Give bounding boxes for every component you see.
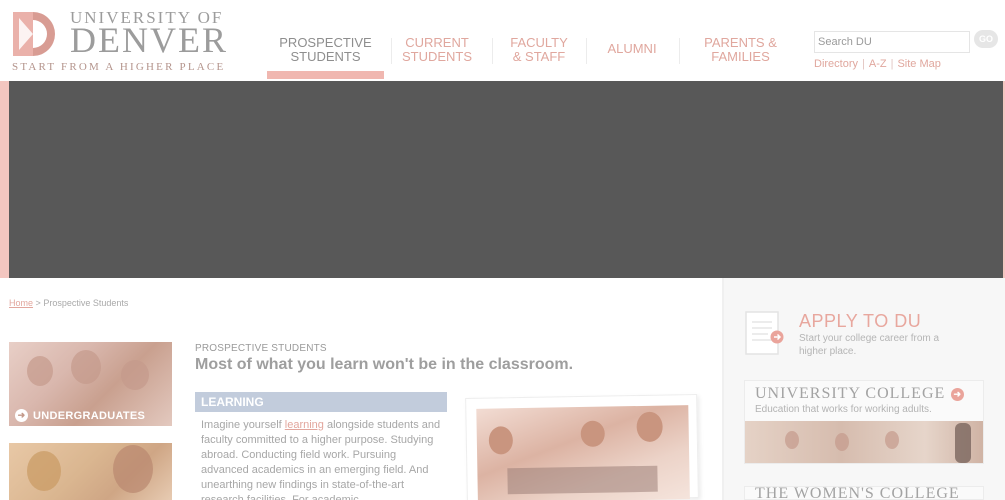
nav-current-students[interactable]: CURRENT STUDENTS bbox=[392, 36, 482, 72]
logo-tagline: START FROM A HIGHER PLACE bbox=[12, 61, 226, 73]
photo-figure bbox=[71, 350, 101, 384]
crest-emblem bbox=[27, 451, 61, 491]
university-college-promo[interactable]: UNIVERSITY COLLEGE ➜ Education that work… bbox=[744, 380, 984, 464]
photo-figure bbox=[488, 426, 514, 455]
photo-figure bbox=[580, 420, 605, 448]
nav-faculty-staff[interactable]: FACULTY & STAFF bbox=[494, 36, 584, 72]
undergraduates-card[interactable]: ➜ UNDERGRADUATES bbox=[9, 342, 172, 426]
nav-divider bbox=[679, 38, 680, 64]
breadcrumb: Home > Prospective Students bbox=[9, 298, 128, 308]
photo-figure bbox=[27, 356, 53, 386]
apply-subtitle: Start your college career from a higher … bbox=[799, 333, 940, 357]
photo-figure bbox=[955, 423, 971, 463]
university-college-label: UNIVERSITY COLLEGE bbox=[755, 385, 946, 402]
graduates-card[interactable] bbox=[9, 443, 172, 500]
photo-figure bbox=[785, 431, 799, 449]
site-map-link[interactable]: Site Map bbox=[897, 58, 940, 70]
undergraduates-link[interactable]: ➜ UNDERGRADUATES bbox=[15, 409, 145, 422]
site-header: UNIVERSITY OF DENVER START FROM A HIGHER… bbox=[0, 0, 1005, 81]
link-separator: | bbox=[890, 58, 894, 70]
breadcrumb-current: Prospective Students bbox=[43, 298, 129, 308]
directory-link[interactable]: Directory bbox=[814, 58, 858, 70]
search-go-button[interactable]: GO bbox=[974, 30, 998, 48]
learning-section-header: LEARNING bbox=[195, 392, 447, 412]
nav-prospective-students[interactable]: PROSPECTIVE STUDENTS bbox=[267, 36, 384, 72]
learning-body-text: Imagine yourself learning alongside stud… bbox=[201, 418, 441, 500]
womens-college-title[interactable]: THE WOMEN'S COLLEGE bbox=[755, 487, 960, 499]
nav-alumni[interactable]: ALUMNI bbox=[588, 42, 676, 78]
nav-divider bbox=[586, 38, 587, 64]
apply-to-du-link[interactable]: APPLY TO DU bbox=[799, 311, 921, 332]
womens-college-promo[interactable]: THE WOMEN'S COLLEGE bbox=[744, 486, 984, 500]
photo-figure bbox=[835, 433, 849, 451]
photo-figure bbox=[113, 445, 153, 493]
link-separator: | bbox=[862, 58, 865, 70]
search-input[interactable] bbox=[814, 31, 970, 53]
hero-banner bbox=[0, 81, 1005, 278]
section-kicker: PROSPECTIVE STUDENTS bbox=[195, 343, 327, 354]
undergraduates-label: UNDERGRADUATES bbox=[33, 409, 146, 422]
nav-parents-families[interactable]: PARENTS & FAMILIES bbox=[683, 36, 798, 72]
body-text-segment: Imagine yourself bbox=[201, 419, 285, 431]
university-college-photo bbox=[745, 421, 983, 463]
hero-media-area[interactable] bbox=[9, 81, 1003, 278]
feature-photo-image bbox=[476, 405, 690, 500]
university-college-subtitle: Education that works for working adults. bbox=[755, 404, 932, 415]
nav-divider bbox=[492, 38, 493, 64]
a-z-link[interactable]: A-Z bbox=[869, 58, 887, 70]
arrow-right-icon: ➜ bbox=[15, 409, 28, 422]
university-college-title[interactable]: UNIVERSITY COLLEGE ➜ bbox=[755, 385, 965, 403]
du-logo-icon[interactable] bbox=[13, 12, 57, 56]
photo-equipment bbox=[507, 465, 658, 495]
photo-figure bbox=[885, 431, 899, 449]
photo-figure bbox=[121, 360, 149, 390]
arrow-right-icon: ➜ bbox=[951, 387, 965, 401]
learning-link[interactable]: learning bbox=[285, 419, 324, 431]
photo-figure bbox=[636, 411, 663, 443]
breadcrumb-separator: > bbox=[35, 298, 41, 308]
apply-document-icon[interactable] bbox=[744, 310, 784, 358]
utility-links: Directory | A-Z | Site Map bbox=[814, 58, 941, 70]
body-text-segment: alongside students and faculty committed… bbox=[201, 419, 441, 500]
feature-photo bbox=[465, 393, 699, 500]
page-headline: Most of what you learn won't be in the c… bbox=[195, 356, 574, 373]
logo-text-denver[interactable]: DENVER bbox=[70, 22, 228, 58]
nav-active-indicator bbox=[267, 71, 384, 79]
breadcrumb-home-link[interactable]: Home bbox=[9, 298, 33, 308]
